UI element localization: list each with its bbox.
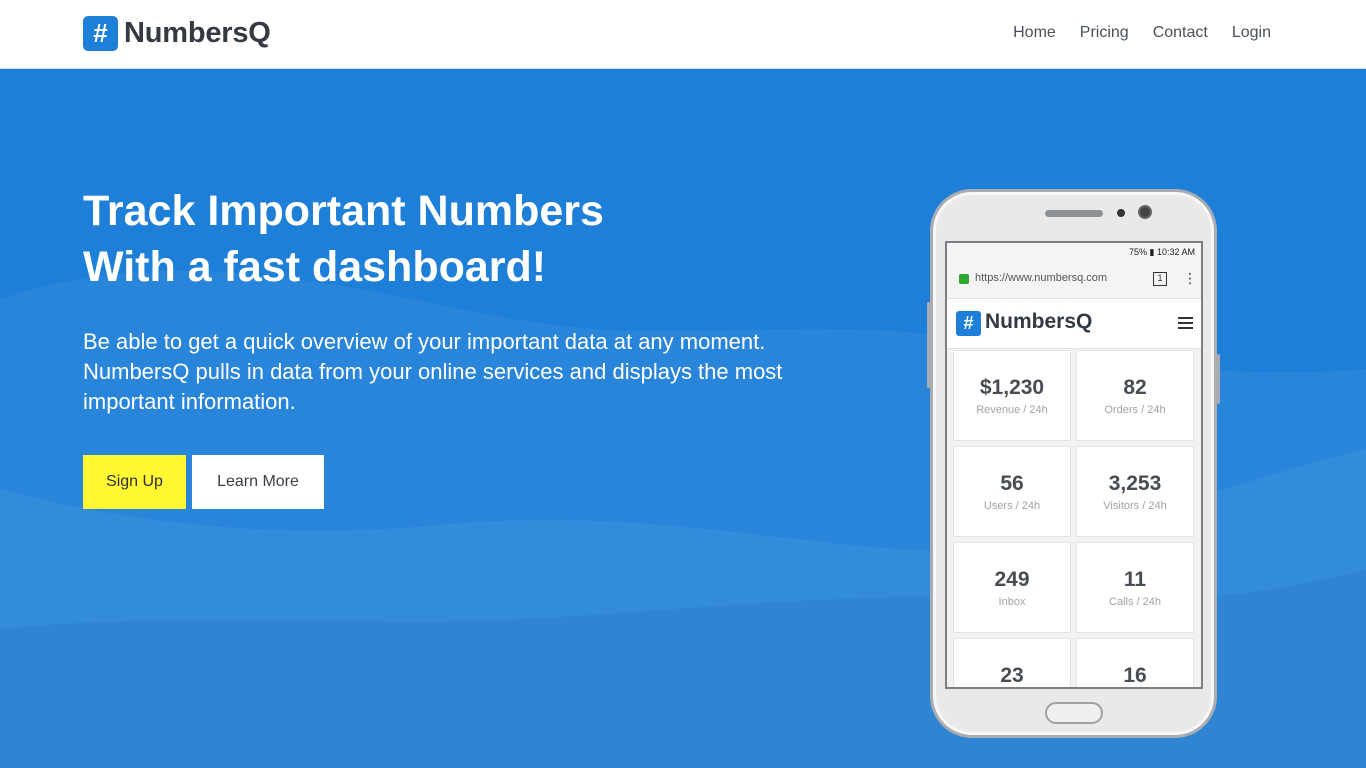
phone-status-bar: 75% ▮ 10:32 AM [947, 243, 1201, 261]
stat-tile: 23 [953, 638, 1071, 687]
main-nav: Home Pricing Contact Login [989, 22, 1271, 44]
stat-tile: 16 [1076, 638, 1194, 687]
sign-up-button[interactable]: Sign Up [83, 455, 186, 509]
stat-label: Orders / 24h [1104, 404, 1166, 416]
stat-value: 23 [1000, 664, 1024, 687]
nav-contact-link[interactable]: Contact [1153, 22, 1208, 44]
stat-tile: 11 Calls / 24h [1076, 542, 1194, 633]
nav-login-link[interactable]: Login [1232, 22, 1271, 44]
stat-value: $1,230 [979, 376, 1045, 399]
phone-mockup: 75% ▮ 10:32 AM https://www.numbersq.com … [927, 189, 1220, 738]
stat-tile: $1,230 Revenue / 24h [953, 350, 1071, 441]
hash-logo-icon: # [956, 311, 981, 336]
browser-url-bar: https://www.numbersq.com 1 ⋮ [947, 261, 1201, 299]
stat-tile: 3,253 Visitors / 24h [1076, 446, 1194, 537]
phone-power-button [1217, 354, 1220, 404]
stat-tile: 249 Inbox [953, 542, 1071, 633]
stat-tile: 82 Orders / 24h [1076, 350, 1194, 441]
app-header: # NumbersQ [947, 299, 1201, 349]
nav-pricing-link[interactable]: Pricing [1080, 22, 1129, 44]
phone-home-button [1045, 702, 1103, 724]
stat-value: 249 [994, 568, 1030, 591]
headline-line-1: Track Important Numbers [83, 187, 604, 235]
stat-label: Revenue / 24h [976, 404, 1048, 416]
stat-value: 16 [1123, 664, 1147, 687]
phone-speaker [1045, 210, 1103, 217]
brand-logo-link[interactable]: # NumbersQ [83, 16, 271, 51]
hamburger-menu-icon [1178, 317, 1193, 329]
phone-screen: 75% ▮ 10:32 AM https://www.numbersq.com … [945, 241, 1203, 689]
headline-line-2: With a fast dashboard! [83, 243, 547, 291]
top-navbar: # NumbersQ Home Pricing Contact Login [0, 0, 1366, 69]
stat-label: Users / 24h [983, 500, 1041, 512]
brand-name: NumbersQ [124, 17, 271, 49]
nav-home-link[interactable]: Home [1013, 22, 1056, 44]
hero-headline: Track Important Numbers With a fast dash… [83, 183, 604, 295]
app-name: NumbersQ [985, 310, 1093, 333]
stat-label: Calls / 24h [1109, 596, 1161, 608]
lock-icon [959, 274, 969, 284]
hash-logo-icon: # [83, 16, 118, 51]
stat-label: Inbox [998, 596, 1026, 608]
kebab-menu-icon: ⋮ [1183, 270, 1197, 286]
phone-volume-button [927, 302, 930, 388]
stat-label: Visitors / 24h [1103, 500, 1167, 512]
stat-value: 82 [1123, 376, 1147, 399]
stat-tile: 56 Users / 24h [953, 446, 1071, 537]
browser-url: https://www.numbersq.com [975, 272, 1108, 284]
learn-more-button[interactable]: Learn More [192, 455, 324, 509]
stat-value: 56 [1000, 472, 1024, 495]
tabs-icon: 1 [1153, 272, 1167, 286]
stat-value: 11 [1123, 568, 1147, 591]
phone-camera [1138, 205, 1152, 219]
phone-sensor [1117, 209, 1125, 217]
hero-lead-text: Be able to get a quick overview of your … [83, 329, 783, 414]
stat-value: 3,253 [1108, 472, 1162, 495]
